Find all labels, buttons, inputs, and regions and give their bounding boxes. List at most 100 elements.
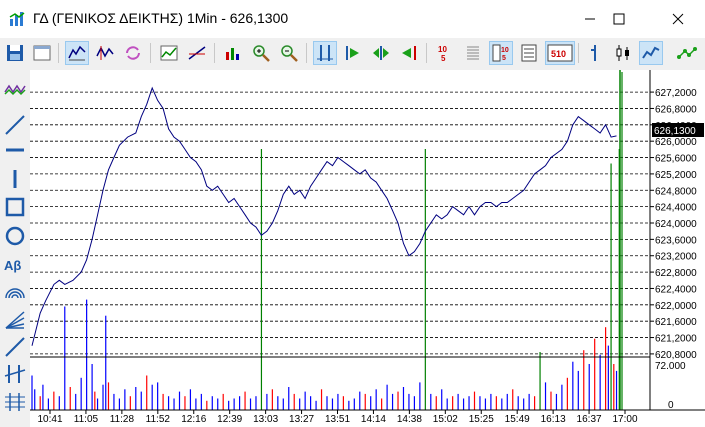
- vertical-line-tool[interactable]: [3, 167, 27, 191]
- window-icon: [33, 45, 51, 61]
- network-icon: [677, 47, 697, 59]
- rectangle-tool[interactable]: [3, 195, 27, 219]
- arc-icon: [5, 288, 25, 299]
- bar-button[interactable]: [584, 42, 606, 64]
- refresh-icon: [126, 46, 140, 60]
- candlestick-button[interactable]: [94, 42, 116, 64]
- play-both-icon: [373, 46, 389, 60]
- arc-tool[interactable]: [3, 280, 27, 304]
- close-icon: [672, 13, 684, 25]
- maximize-button[interactable]: [596, 0, 642, 38]
- play-icon: [346, 46, 359, 60]
- window-title: ΓΔ (ΓΕΝΙΚΟΣ ΔΕΙΚΤΗΣ) 1Min - 626,1300: [33, 10, 289, 26]
- ellipse-tool[interactable]: [3, 224, 27, 248]
- candlestick-icon: [96, 46, 114, 60]
- time-tick-label: 17:00: [612, 414, 637, 425]
- save-icon: [7, 45, 23, 61]
- title-bar: ΓΔ (ΓΕΝΙΚΟΣ ΔΕΙΚΤΗΣ) 1Min - 626,1300: [0, 0, 705, 38]
- zoom-in-icon: [253, 45, 270, 62]
- scale-510-icon: 510: [547, 44, 573, 62]
- price-tick-label: 625,6000: [655, 154, 697, 165]
- fan-tool[interactable]: [3, 308, 27, 332]
- volume-tick-label: 72.000: [655, 361, 686, 372]
- price-chart[interactable]: 627,2000626,8000626,4000626,0000625,6000…: [30, 70, 705, 427]
- ellipse-icon: [5, 226, 25, 246]
- price-tick-label: 626,8000: [655, 104, 697, 115]
- diagonal-line-icon: [5, 115, 25, 135]
- step-back-button[interactable]: [398, 42, 420, 64]
- time-tick-label: 11:05: [74, 414, 99, 425]
- time-tick-label: 13:51: [325, 414, 350, 425]
- parallel-tool[interactable]: [3, 362, 27, 386]
- text-scale-icon: 105: [438, 45, 447, 63]
- main-toolbar: 10 5 10 5 510: [0, 38, 705, 70]
- vertical-line-icon: [13, 170, 17, 188]
- price-tick-label: 627,2000: [655, 88, 697, 99]
- list-button[interactable]: [518, 42, 540, 64]
- trendline-icon: [188, 46, 206, 60]
- app-chart-icon: [9, 12, 25, 26]
- horizontal-line-tool[interactable]: [3, 138, 27, 162]
- price-tick-label: 624,8000: [655, 186, 697, 197]
- time-tick-label: 10:41: [37, 414, 62, 425]
- value-box-button[interactable]: 10 5: [489, 41, 513, 65]
- column-button[interactable]: [462, 42, 484, 64]
- price-tick-label: 623,2000: [655, 252, 697, 263]
- time-tick-label: 15:02: [433, 414, 458, 425]
- indicator-button[interactable]: [222, 42, 244, 64]
- text-icon: Aβ: [4, 258, 21, 273]
- trendline-button[interactable]: [186, 42, 208, 64]
- time-tick-label: 12:39: [217, 414, 242, 425]
- line-chart-button[interactable]: [65, 41, 89, 65]
- text-tool[interactable]: Aβ: [3, 252, 27, 276]
- indicator-icon: [226, 48, 239, 60]
- svg-text:Aβ: Aβ: [4, 258, 21, 273]
- chart-type-icon: [160, 45, 178, 61]
- time-tick-label: 11:52: [146, 414, 171, 425]
- zigzag-tool[interactable]: [3, 78, 27, 102]
- price-tick-label: 626,0000: [655, 137, 697, 148]
- play-button[interactable]: [342, 42, 364, 64]
- fibonacci-icon: [5, 393, 25, 411]
- scale-510-button[interactable]: 510: [545, 41, 575, 65]
- time-tick-label: 13:27: [289, 414, 314, 425]
- save-button[interactable]: [4, 42, 26, 64]
- rectangle-icon: [5, 197, 25, 217]
- minimize-icon: [585, 18, 595, 20]
- fibonacci-tool[interactable]: [3, 390, 27, 414]
- list-icon: [521, 44, 537, 62]
- play-both-button[interactable]: [370, 42, 392, 64]
- maximize-icon: [613, 13, 625, 25]
- text-scale-button[interactable]: 10 5: [434, 42, 456, 64]
- chart-type-button[interactable]: [158, 42, 180, 64]
- time-tick-label: 13:03: [253, 414, 278, 425]
- volume-tick-label: 0: [668, 400, 674, 411]
- ohlc-button[interactable]: [612, 42, 634, 64]
- time-tick-label: 15:49: [505, 414, 530, 425]
- window-button[interactable]: [31, 42, 53, 64]
- svg-text:5: 5: [441, 54, 446, 63]
- zoom-in-button[interactable]: [250, 42, 272, 64]
- line-button[interactable]: [639, 41, 663, 65]
- network-button[interactable]: [676, 42, 698, 64]
- svg-text:10: 10: [501, 47, 509, 54]
- time-tick-label: 16:37: [577, 414, 602, 425]
- price-tick-label: 625,2000: [655, 170, 697, 181]
- align-button[interactable]: [313, 41, 337, 65]
- zoom-out-button[interactable]: [278, 42, 300, 64]
- zoom-out-icon: [281, 45, 298, 62]
- price-tick-label: 624,4000: [655, 203, 697, 214]
- ray-tool[interactable]: [3, 335, 27, 359]
- price-tick-label: 620,8000: [655, 350, 697, 361]
- diagonal-line-tool[interactable]: [3, 113, 27, 137]
- time-tick-label: 11:28: [110, 414, 135, 425]
- price-tick-label: 624,0000: [655, 219, 697, 230]
- current-price-label: 626,1300: [654, 126, 696, 137]
- svg-text:510: 510: [551, 49, 566, 59]
- time-tick-label: 15:25: [469, 414, 494, 425]
- horizontal-line-icon: [6, 148, 24, 152]
- close-button[interactable]: [655, 0, 701, 38]
- price-tick-label: 621,2000: [655, 334, 697, 345]
- ray-icon: [5, 337, 25, 357]
- refresh-button[interactable]: [122, 42, 144, 64]
